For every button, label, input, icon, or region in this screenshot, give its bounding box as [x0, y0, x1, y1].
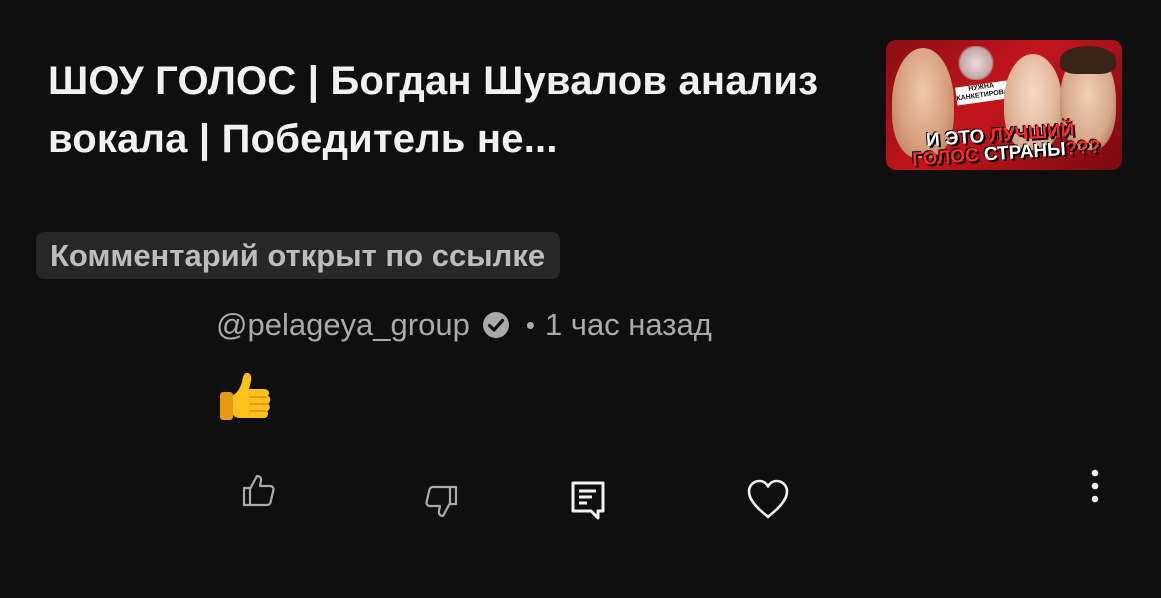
more-options-button[interactable] [1080, 466, 1110, 506]
like-button[interactable] [236, 468, 280, 512]
video-thumbnail[interactable]: НУЖНА КАНКЕТИРОВАТЬ И ЭТО ЛУЧШИЙ ГОЛОС С… [886, 40, 1122, 170]
thumbnail-small-text: НУЖНА КАНКЕТИРОВАТЬ [955, 80, 1018, 106]
reply-button[interactable] [566, 478, 610, 522]
thumbs-up-outline-icon [242, 474, 275, 507]
heart-outline-icon [747, 479, 789, 519]
thumbs-up-emoji-icon [220, 372, 271, 420]
heart-button[interactable] [744, 476, 792, 522]
comment-reply-icon [571, 481, 605, 520]
comment-header: @pelageya_group • 1 час назад [216, 305, 712, 345]
linked-comment-badge: Комментарий открыт по ссылке [36, 232, 561, 279]
dislike-button[interactable] [420, 480, 464, 524]
show-logo-icon [956, 46, 996, 80]
meta-separator: • [525, 309, 535, 340]
comment-text [216, 368, 276, 424]
video-title[interactable]: ШОУ ГОЛОС | Богдан Шувалов анализ вокала… [48, 52, 848, 168]
comment-page: ШОУ ГОЛОС | Богдан Шувалов анализ вокала… [0, 0, 1161, 598]
more-vertical-icon [1091, 469, 1099, 503]
thumbs-down-outline-icon [425, 485, 458, 518]
comment-author[interactable]: @pelageya_group [216, 307, 470, 343]
verified-check-icon [480, 309, 512, 341]
comment-timestamp[interactable]: 1 час назад [545, 307, 712, 343]
